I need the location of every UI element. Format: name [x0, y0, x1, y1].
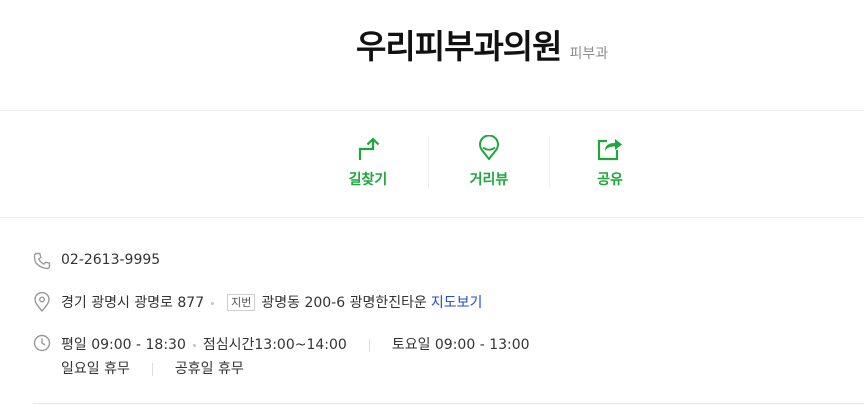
street-view-pin-icon	[479, 135, 499, 161]
place-title: 우리피부과의원	[356, 27, 563, 66]
hours-line-1: 평일 09:00 - 18:30 점심시간13:00~14:00 토요일 09:00…	[61, 334, 530, 354]
directions-icon	[358, 137, 380, 160]
share-icon	[597, 139, 622, 161]
share-label: 공유	[597, 172, 623, 188]
title-block: 우리피부과의원 피부과	[356, 20, 608, 68]
phone-number[interactable]: 02-2613-9995	[61, 252, 160, 268]
lot-address: 광명동 200-6 광명한진타운	[261, 295, 427, 311]
address-line: 경기 광명시 광명로 877 지번 광명동 200-6 광명한진타운 지도보기	[61, 292, 482, 312]
street-view-label: 거리뷰	[469, 172, 509, 188]
map-view-link[interactable]: 지도보기	[431, 295, 483, 311]
separator-bar	[151, 362, 153, 376]
road-address: 경기 광명시 광명로 877	[61, 295, 205, 311]
location-pin-icon	[34, 292, 50, 312]
separator-dot	[211, 301, 215, 305]
place-category: 피부과	[569, 46, 609, 62]
place-header: 우리피부과의원 피부과	[0, 0, 864, 110]
street-view-button[interactable]: 거리뷰	[429, 135, 549, 189]
weekday-hours: 평일 09:00 - 18:30	[61, 337, 186, 353]
directions-label: 길찾기	[348, 172, 388, 188]
share-button[interactable]: 공유	[550, 135, 670, 189]
section-divider	[33, 403, 864, 404]
lunch-hours: 점심시간13:00~14:00	[202, 337, 347, 353]
action-bar: 길찾기 거리뷰 공유	[0, 111, 864, 217]
separator-dot	[192, 343, 196, 347]
saturday-hours: 토요일 09:00 - 13:00	[391, 337, 530, 353]
clock-icon	[33, 334, 51, 352]
directions-button[interactable]: 길찾기	[308, 135, 428, 189]
holiday-hours: 공휴일 휴무	[174, 361, 244, 377]
sunday-hours: 일요일 휴무	[61, 361, 130, 377]
hours-line-2: 일요일 휴무 공휴일 휴무	[61, 358, 244, 378]
separator-bar	[368, 338, 370, 352]
phone-icon	[33, 252, 51, 270]
divider	[0, 217, 864, 218]
lot-address-badge: 지번	[227, 294, 256, 311]
